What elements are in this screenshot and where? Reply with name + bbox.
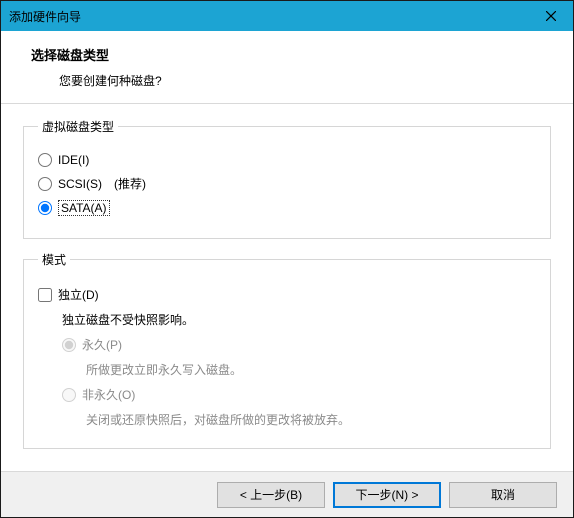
group-mode-legend: 模式 xyxy=(38,251,70,268)
radio-row-persistent: 永久(P) xyxy=(62,336,536,353)
radio-row-nonpersistent: 非永久(O) xyxy=(62,386,536,403)
scsi-recommend-label: (推荐) xyxy=(114,175,146,192)
radio-nonpersistent xyxy=(62,388,76,402)
persistent-hint: 所做更改立即永久写入磁盘。 xyxy=(86,361,536,378)
close-button[interactable] xyxy=(529,1,573,31)
radio-scsi[interactable] xyxy=(38,177,52,191)
independent-hint: 独立磁盘不受快照影响。 xyxy=(62,311,536,328)
radio-scsi-label: SCSI(S) xyxy=(58,177,102,191)
group-disk-type: 虚拟磁盘类型 IDE(I) SCSI(S) (推荐) SATA(A) xyxy=(23,118,551,239)
group-mode: 模式 独立(D) 独立磁盘不受快照影响。 永久(P) 所做更改立即永久写入磁盘。… xyxy=(23,251,551,449)
cancel-button[interactable]: 取消 xyxy=(449,482,557,508)
radio-persistent-label: 永久(P) xyxy=(82,336,122,353)
titlebar: 添加硬件向导 xyxy=(1,1,573,31)
wizard-subheading: 您要创建何种磁盘? xyxy=(31,64,553,89)
radio-sata[interactable] xyxy=(38,201,52,215)
next-button[interactable]: 下一步(N) > xyxy=(333,482,441,508)
wizard-window: 添加硬件向导 选择磁盘类型 您要创建何种磁盘? 虚拟磁盘类型 IDE(I) SC… xyxy=(0,0,574,518)
checkbox-independent-label: 独立(D) xyxy=(58,286,99,303)
check-row-independent[interactable]: 独立(D) xyxy=(38,286,536,303)
window-title: 添加硬件向导 xyxy=(9,8,81,25)
radio-ide[interactable] xyxy=(38,153,52,167)
radio-sata-label: SATA(A) xyxy=(58,200,110,216)
radio-row-scsi[interactable]: SCSI(S) (推荐) xyxy=(38,175,536,192)
back-button[interactable]: < 上一步(B) xyxy=(217,482,325,508)
close-icon xyxy=(546,8,556,24)
wizard-heading: 选择磁盘类型 xyxy=(31,45,553,64)
wizard-header: 选择磁盘类型 您要创建何种磁盘? xyxy=(1,31,573,104)
wizard-content: 虚拟磁盘类型 IDE(I) SCSI(S) (推荐) SATA(A) 模式 独立… xyxy=(1,104,573,471)
wizard-footer: < 上一步(B) 下一步(N) > 取消 xyxy=(1,471,573,517)
checkbox-independent[interactable] xyxy=(38,288,52,302)
radio-row-sata[interactable]: SATA(A) xyxy=(38,200,536,216)
radio-row-ide[interactable]: IDE(I) xyxy=(38,153,536,167)
radio-nonpersistent-label: 非永久(O) xyxy=(82,386,135,403)
group-disk-type-legend: 虚拟磁盘类型 xyxy=(38,118,118,135)
radio-persistent xyxy=(62,338,76,352)
nonpersistent-hint: 关闭或还原快照后，对磁盘所做的更改将被放弃。 xyxy=(86,411,536,428)
radio-ide-label: IDE(I) xyxy=(58,153,89,167)
